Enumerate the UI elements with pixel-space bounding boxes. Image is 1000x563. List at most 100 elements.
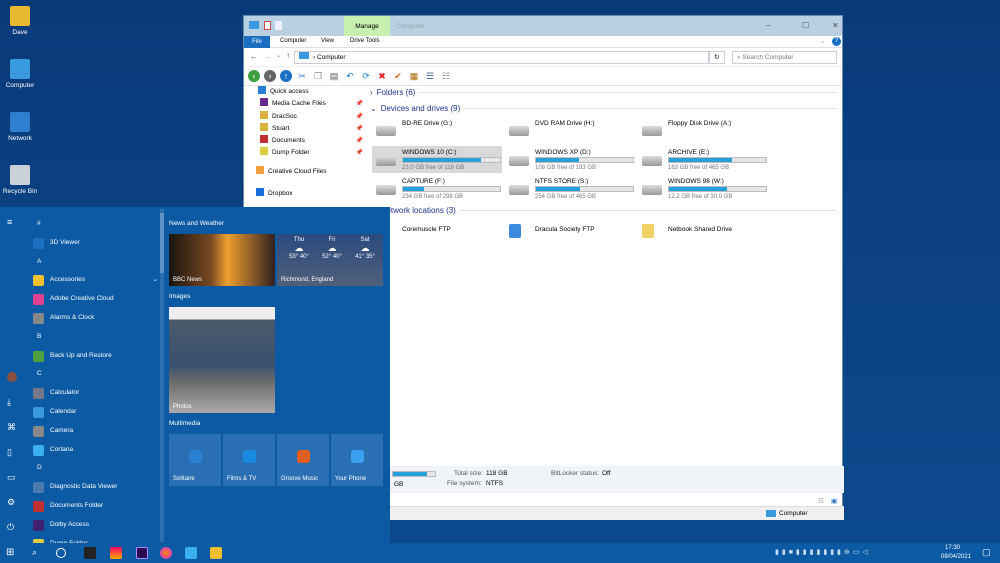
device-item[interactable]: DVD RAM Drive (H:) <box>505 120 635 142</box>
device-item[interactable]: Floppy Disk Drive (A:) <box>638 120 768 142</box>
drive-item[interactable]: WINDOWS 98 (W:) 12.2 GB free of 30.0 GB <box>638 175 768 202</box>
search-input[interactable]: ⌕ Search Computer <box>732 51 837 64</box>
maximize-button[interactable]: ☐ <box>802 21 809 30</box>
app-list-scrollbar[interactable] <box>160 209 164 542</box>
properties-icon[interactable]: ▦ <box>408 70 420 82</box>
taskbar-app-mail[interactable] <box>185 547 197 559</box>
drive-item[interactable]: ARCHIVE (E:) 163 GB free of 465 GB <box>638 146 768 173</box>
app-list-item[interactable]: Alarms & Clock <box>30 309 158 328</box>
chevron-down-icon[interactable]: ⌄ <box>153 271 158 289</box>
tile-groove-music[interactable]: Groove Music <box>277 434 329 486</box>
drive-item[interactable]: CAPTURE (F:) 234 GB free of 298 GB <box>372 175 502 202</box>
back-icon[interactable]: ‹ <box>248 70 260 82</box>
paste-icon[interactable]: ▤ <box>328 70 340 82</box>
nav-item[interactable]: Dump Folder 📌 <box>244 147 367 159</box>
desktop-icon[interactable]: Recycle Bin <box>2 165 38 195</box>
app-list-header[interactable]: A <box>30 253 158 272</box>
manage-tab[interactable]: Manage <box>344 16 390 36</box>
app-list-item[interactable]: 3D Viewer <box>30 234 158 253</box>
properties-icon[interactable] <box>264 21 271 30</box>
device-item[interactable]: BD-RE Drive (G:) <box>372 120 502 142</box>
network-location[interactable]: Coremuscle FTP <box>372 222 502 244</box>
app-list-header[interactable]: B <box>30 328 158 347</box>
tile-photos[interactable]: Photos <box>169 307 275 413</box>
windows-start-icon[interactable]: ⊞ <box>6 547 18 559</box>
minimize-button[interactable]: – <box>766 21 770 30</box>
details-view-toggle[interactable]: ☷ <box>818 497 824 505</box>
close-button[interactable]: ✕ <box>832 21 839 30</box>
drive-item[interactable]: WINDOWS XP (D:) 108 GB free of 193 GB <box>505 146 635 173</box>
new-folder-icon[interactable] <box>275 21 282 30</box>
pin-icon[interactable]: 📌 <box>356 147 363 159</box>
app-list-item[interactable]: Accessories ⌄ <box>30 271 158 290</box>
checkmark-icon[interactable]: ✔ <box>392 70 404 82</box>
undo-icon[interactable]: ↶ <box>344 70 356 82</box>
up-button[interactable]: ↑ <box>286 51 290 60</box>
tab-file[interactable]: File <box>244 36 270 48</box>
delete-icon[interactable]: ✖ <box>376 70 388 82</box>
app-list-item[interactable]: Calculator <box>30 384 158 403</box>
pin-icon[interactable]: 📌 <box>356 111 363 123</box>
pin-icon[interactable]: 📌 <box>356 135 363 147</box>
action-center-icon[interactable]: ▢ <box>982 547 991 558</box>
network-location[interactable]: Netbook Shared Drive <box>638 222 768 244</box>
refresh-button[interactable]: ↻ <box>709 51 725 64</box>
copy-icon[interactable]: ❐ <box>312 70 324 82</box>
nav-item[interactable]: DracSoc 📌 <box>244 110 367 123</box>
group-network[interactable]: ⌄Network locations (3) <box>370 206 836 215</box>
address-bar[interactable]: › Computer <box>294 51 709 64</box>
taskbar-app-creative-cloud[interactable] <box>110 547 122 559</box>
large-icons-toggle[interactable]: ▣ <box>831 497 837 505</box>
up-icon[interactable]: ↑ <box>280 70 292 82</box>
cut-icon[interactable]: ✂ <box>296 70 308 82</box>
tab-view[interactable]: View <box>321 38 334 44</box>
user-avatar[interactable] <box>7 372 17 382</box>
desktop-icon[interactable]: Dave <box>2 6 38 36</box>
drive-item[interactable]: NTFS STORE (S:) 254 GB free of 465 GB <box>505 175 635 202</box>
desktop-icon[interactable]: Computer <box>2 59 38 89</box>
app-list-header[interactable]: # <box>30 215 158 234</box>
taskbar-app-firefox[interactable] <box>160 547 172 559</box>
nav-item[interactable]: Quick access <box>244 86 367 98</box>
clock-time[interactable]: 17:30 <box>945 545 960 551</box>
expand-ribbon-icon[interactable]: ⌄ <box>820 38 825 45</box>
taskbar-app-terminal[interactable] <box>84 547 96 559</box>
app-list-header[interactable]: D <box>30 459 158 478</box>
system-tray-icons[interactable]: ▮▮■▮▮▮▮▮▮▮⊕▭◁ <box>775 548 871 556</box>
group-folders[interactable]: › Folders (6) <box>370 88 836 97</box>
details-view-icon[interactable]: ☰ <box>424 70 436 82</box>
list-view-icon[interactable]: ☷ <box>440 70 452 82</box>
nav-item[interactable]: Creative Cloud Files <box>244 165 367 178</box>
tile-your-phone[interactable]: Your Phone <box>331 434 383 486</box>
nav-item[interactable]: Media Cache Files 📌 <box>244 98 367 110</box>
app-list-header[interactable]: C <box>30 365 158 384</box>
documents-icon[interactable]: ▯ <box>7 447 12 458</box>
nav-item[interactable]: Dropbox <box>244 188 367 200</box>
app-list-item[interactable]: Back Up and Restore <box>30 347 158 366</box>
downloads-icon[interactable]: ⤓ <box>7 397 11 408</box>
tile-films-tv[interactable]: Films & TV <box>223 434 275 486</box>
app-list-item[interactable]: Camera <box>30 422 158 441</box>
forward-icon[interactable]: › <box>264 70 276 82</box>
group-devices[interactable]: ⌄ Devices and drives (9) <box>370 104 836 113</box>
help-icon[interactable]: ? <box>832 37 841 46</box>
search-icon[interactable]: ⌕ <box>32 547 44 559</box>
tile-solitaire[interactable]: Solitaire <box>169 434 221 486</box>
network-location[interactable]: Dracula Society FTP <box>505 222 635 244</box>
back-button[interactable]: ← <box>250 52 258 61</box>
power-icon[interactable]: ⏻ <box>7 522 14 533</box>
forward-button[interactable]: → <box>264 52 272 61</box>
refresh-icon[interactable]: ⟳ <box>360 70 372 82</box>
tab-computer[interactable]: Computer <box>280 38 306 44</box>
tab-drive-tools[interactable]: Drive Tools <box>350 38 380 44</box>
app-list-item[interactable]: Diagnostic Data Viewer <box>30 478 158 497</box>
pin-icon[interactable]: 📌 <box>356 98 363 110</box>
taskbar-app-file-explorer[interactable] <box>210 547 222 559</box>
cortana-icon[interactable] <box>56 548 66 558</box>
pin-icon[interactable]: 📌 <box>356 123 363 135</box>
pictures-icon[interactable]: ▭ <box>7 472 16 483</box>
drive-item[interactable]: WINDOWS 10 (C:) 23.0 GB free of 118 GB <box>372 146 502 173</box>
network-icon[interactable]: ⌘ <box>7 422 16 433</box>
app-list-item[interactable]: Dolby Access <box>30 516 158 535</box>
taskbar-app-premiere[interactable] <box>136 547 148 559</box>
